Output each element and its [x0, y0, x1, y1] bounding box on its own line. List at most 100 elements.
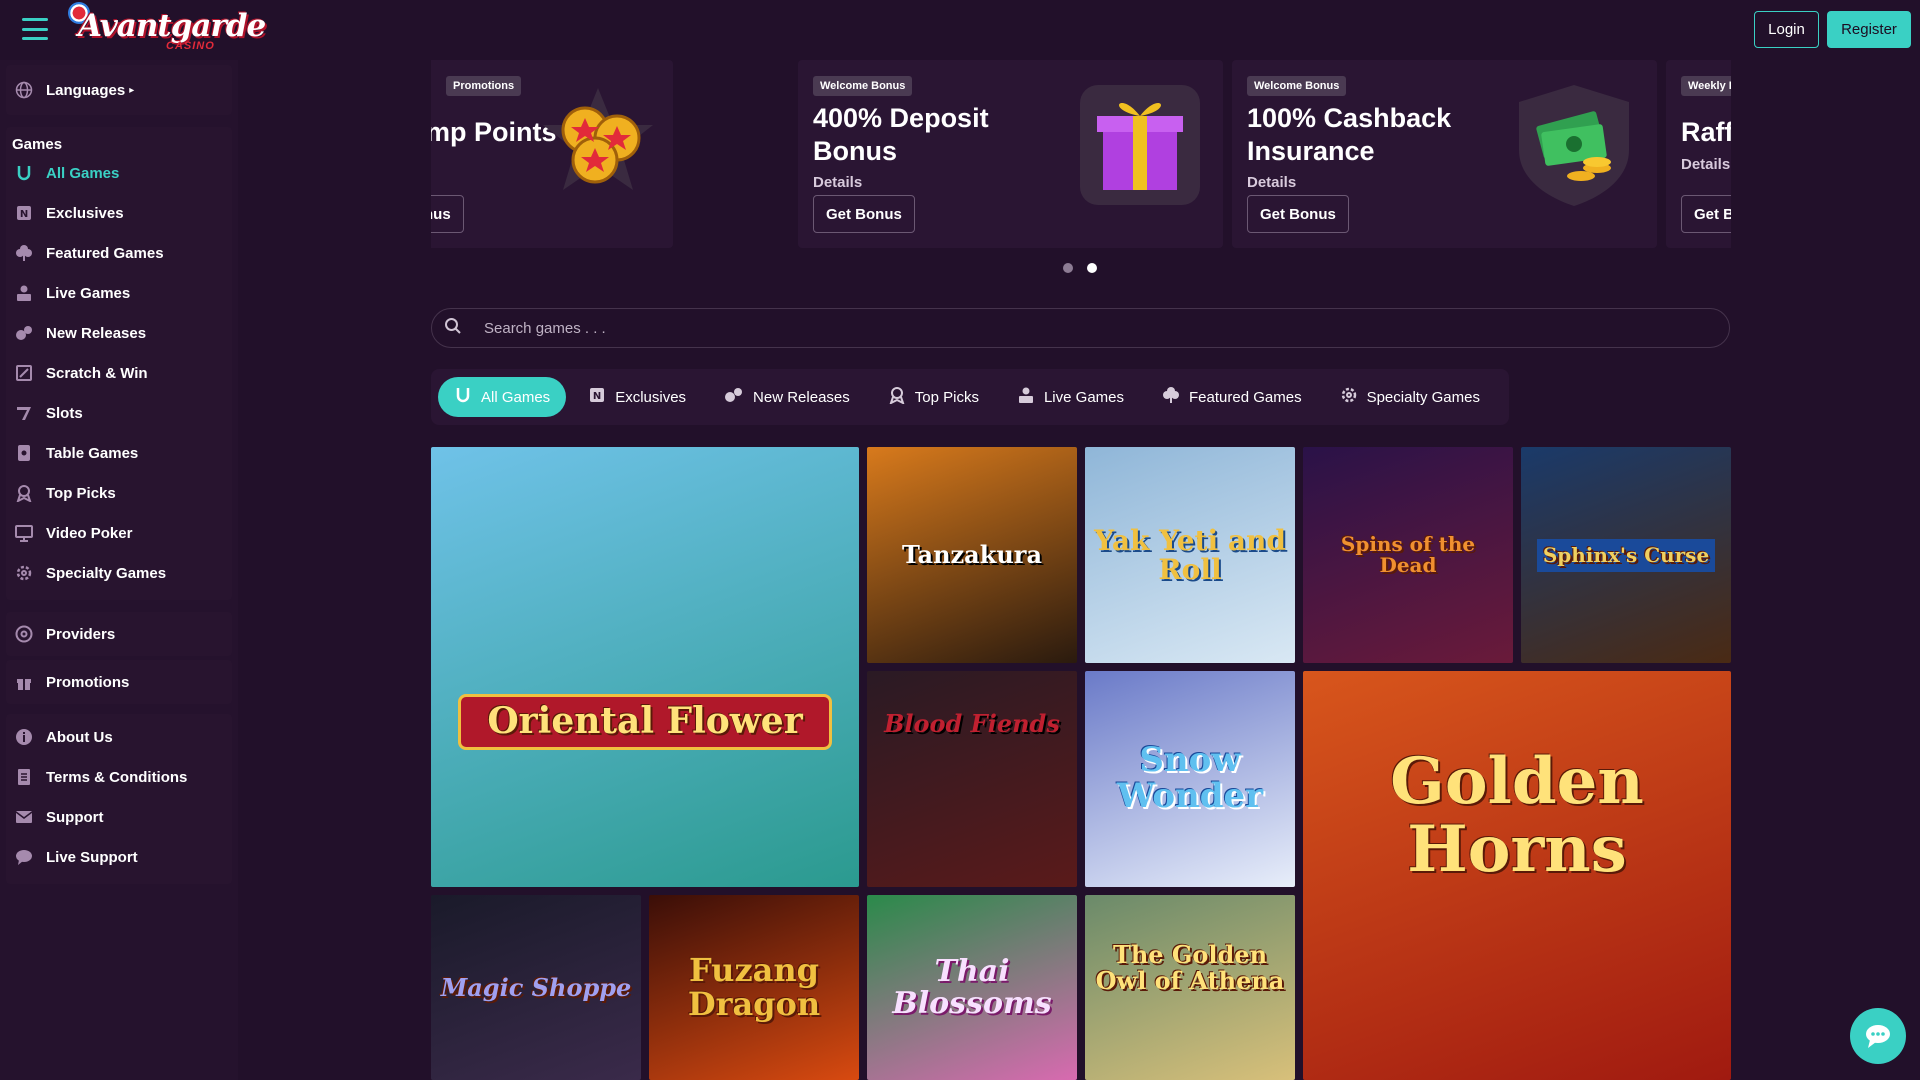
casino-logo[interactable]: Avantgarde CASINO [66, 2, 266, 56]
award-icon [888, 386, 906, 409]
promo-details-link[interactable]: Details [1247, 174, 1296, 191]
promo-card[interactable]: Welcome Bonus 100% Cashback Insurance De… [1232, 60, 1657, 248]
exclusive-icon: N [14, 203, 34, 223]
tab-featured-games[interactable]: Featured Games [1146, 377, 1318, 417]
sidebar-item-live-games[interactable]: Live Games [6, 273, 232, 313]
sidebar-item-terms[interactable]: Terms & Conditions [6, 757, 232, 797]
register-button[interactable]: Register [1827, 11, 1911, 48]
sidebar-item-about-us[interactable]: About Us [6, 717, 232, 757]
game-title: Blood Fiends [884, 709, 1060, 739]
languages-selector[interactable]: Languages ▸ [6, 65, 232, 115]
game-title: Tanzakura [901, 540, 1042, 570]
tab-specialty-games[interactable]: Specialty Games [1324, 377, 1496, 417]
game-tile-snow-wonder[interactable]: Snow Wonder [1085, 671, 1295, 887]
tab-label: Exclusives [615, 388, 687, 406]
game-title: Yak Yeti and Roll [1094, 523, 1286, 586]
promo-card[interactable]: Welcome Bonus 400% Deposit Bonus Details… [798, 60, 1223, 248]
game-tile-magic-shoppe[interactable]: Magic Shoppe [431, 895, 641, 1080]
promo-get-bonus-button[interactable]: Bonus [431, 195, 464, 233]
promo-title: Raff [1681, 117, 1731, 147]
carousel-dot[interactable] [1063, 263, 1073, 273]
tab-all-games[interactable]: All Games [438, 377, 567, 417]
carousel-dot-active[interactable] [1087, 263, 1097, 273]
tab-new-releases[interactable]: New Releases [708, 377, 866, 417]
promo-details-link[interactable]: Details [1681, 156, 1730, 173]
sidebar: Languages ▸ Games All Games N Exclusives… [0, 60, 238, 1080]
sidebar-item-label: All Games [46, 164, 120, 182]
sidebar-item-table-games[interactable]: Table Games [6, 433, 232, 473]
tab-live-games[interactable]: Live Games [1001, 377, 1140, 417]
promo-get-bonus-button[interactable]: Get Bonus [1247, 195, 1349, 233]
search-input[interactable] [484, 319, 1584, 337]
sidebar-item-video-poker[interactable]: Video Poker [6, 513, 232, 553]
game-title: Snow Wonder [1116, 740, 1264, 816]
game-tile-thai-blossoms[interactable]: Thai Blossoms [867, 895, 1077, 1080]
game-tile-tanzakura[interactable]: Tanzakura [867, 447, 1077, 663]
promo-details-link[interactable]: Details [813, 174, 862, 191]
promo-tag: Promotions [446, 76, 522, 96]
sidebar-item-slots[interactable]: Slots [6, 393, 232, 433]
gear-icon [1340, 386, 1358, 409]
sidebar-item-label: Scratch & Win [46, 364, 148, 382]
promo-tag: Welcome Bonus [1247, 76, 1347, 96]
sidebar-item-label: Terms & Conditions [46, 768, 188, 786]
svg-text:N: N [20, 209, 28, 220]
game-tile-golden-owl-athena[interactable]: The Golden Owl of Athena [1085, 895, 1295, 1080]
game-title: The Golden Owl of Athena [1095, 940, 1285, 995]
sidebar-item-label: About Us [46, 728, 113, 746]
game-tile-fuzang-dragon[interactable]: Fuzang Dragon [649, 895, 859, 1080]
sidebar-item-top-picks[interactable]: Top Picks [6, 473, 232, 513]
sidebar-item-label: Support [46, 808, 104, 826]
tab-label: Specialty Games [1366, 388, 1480, 406]
tab-exclusives[interactable]: N Exclusives [572, 377, 702, 417]
game-tile-blood-fiends[interactable]: Blood Fiends [867, 671, 1077, 887]
game-tile-oriental-flower[interactable]: Oriental Flower [431, 447, 859, 887]
live-chat-button[interactable] [1850, 1008, 1906, 1064]
sidebar-item-scratch-win[interactable]: Scratch & Win [6, 353, 232, 393]
game-tile-sphinxs-curse[interactable]: Sphinx's Curse [1521, 447, 1731, 663]
sidebar-item-specialty-games[interactable]: Specialty Games [6, 553, 232, 593]
logo-text: Avantgarde [78, 8, 266, 44]
sidebar-item-new-releases[interactable]: New Releases [6, 313, 232, 353]
sidebar-item-featured-games[interactable]: Featured Games [6, 233, 232, 273]
game-title: Sphinx's Curse [1536, 538, 1716, 572]
promo-card[interactable]: Promotions mp Points Bonus [431, 60, 673, 248]
promo-title: 400% Deposit Bonus [813, 103, 989, 166]
sidebar-item-label: Table Games [46, 444, 139, 462]
login-button[interactable]: Login [1754, 11, 1819, 48]
game-tile-spins-of-the-dead[interactable]: Spins of the Dead [1303, 447, 1513, 663]
games-nav: Games All Games N Exclusives Featured Ga… [6, 127, 232, 600]
promo-tag: Welcome Bonus [813, 76, 913, 96]
new-icon [724, 386, 744, 409]
menu-icon[interactable] [22, 18, 48, 40]
horseshoe-icon [14, 163, 34, 183]
sidebar-item-support[interactable]: Support [6, 797, 232, 837]
tab-label: All Games [481, 388, 551, 406]
sidebar-item-promotions[interactable]: Promotions [6, 660, 232, 704]
tab-top-picks[interactable]: Top Picks [872, 377, 995, 417]
promo-get-bonus-button[interactable]: Get Bonus [813, 195, 915, 233]
carousel-pagination [1063, 263, 1097, 273]
sidebar-item-providers[interactable]: Providers [6, 612, 232, 656]
document-icon [14, 767, 34, 787]
sidebar-item-all-games[interactable]: All Games [6, 153, 232, 193]
game-title: Spins of the Dead [1340, 532, 1476, 577]
card-icon [14, 443, 34, 463]
clover-icon [14, 243, 34, 263]
promo-card[interactable]: Weekly R Raff Details Get B [1666, 60, 1731, 248]
game-tile-golden-horns[interactable]: Golden Horns [1303, 671, 1731, 1080]
category-tabs: All Games N Exclusives New Releases Top … [431, 369, 1509, 425]
cash-shield-icon [1519, 85, 1629, 206]
promo-get-bonus-button[interactable]: Get B [1681, 195, 1731, 233]
gift-icon [14, 672, 34, 692]
promo-carousel[interactable]: Promotions mp Points Bonus Welcome Bonus… [431, 60, 1731, 248]
new-icon [14, 323, 34, 343]
sidebar-item-label: Video Poker [46, 524, 133, 542]
sidebar-item-live-support[interactable]: Live Support [6, 837, 232, 877]
sidebar-item-label: Promotions [46, 673, 130, 691]
sidebar-item-exclusives[interactable]: N Exclusives [6, 193, 232, 233]
promo-title: 100% Cashback Insurance [1247, 103, 1452, 166]
game-tile-yak-yeti-roll[interactable]: Yak Yeti and Roll [1085, 447, 1295, 663]
tab-label: New Releases [753, 388, 850, 406]
languages-box: Languages ▸ [6, 65, 232, 115]
